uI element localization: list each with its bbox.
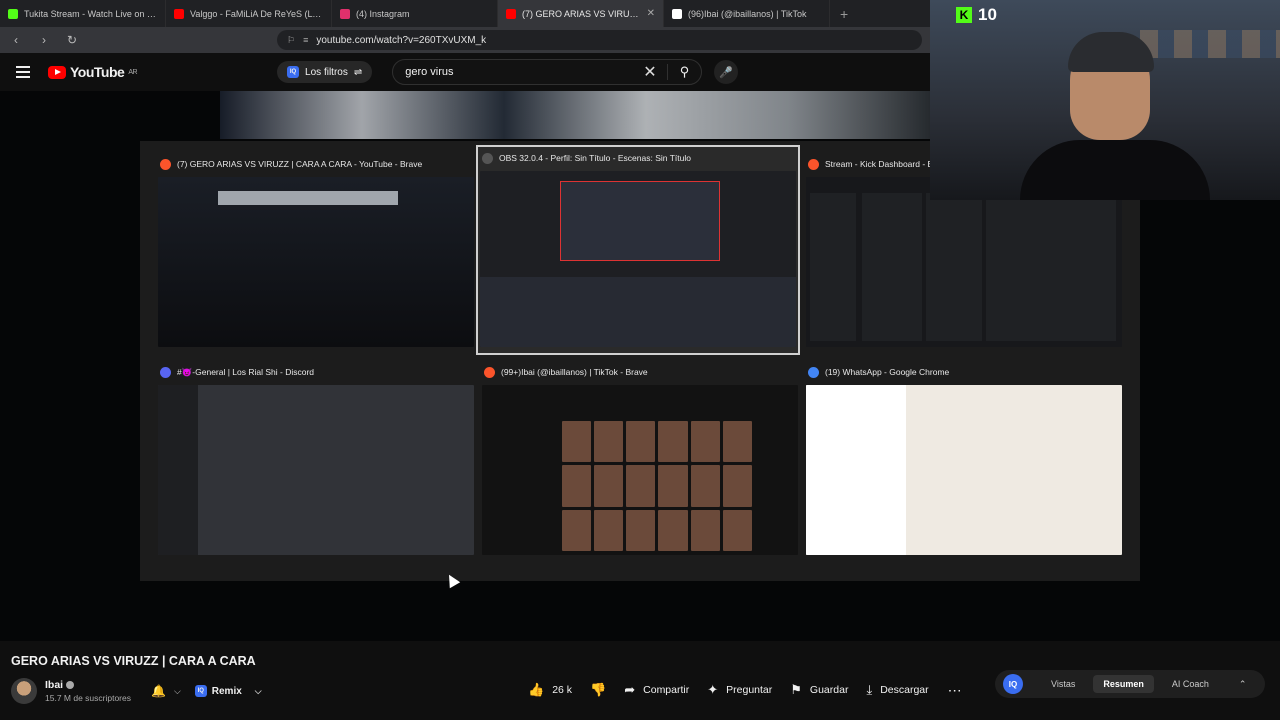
forward-icon[interactable]: › <box>36 33 52 47</box>
bookmark-icon: ⚑ <box>790 682 802 697</box>
window-switcher: (7) GERO ARIAS VS VIRUZZ | CARA A CARA -… <box>140 141 1140 581</box>
back-icon[interactable]: ‹ <box>8 33 24 47</box>
like-button[interactable]: 👍 26 k <box>528 682 572 698</box>
tab-resumen[interactable]: Resumen <box>1093 675 1154 693</box>
browser-tab[interactable]: (4) Instagram <box>332 0 498 27</box>
browser-tab[interactable]: (96)Ibai (@ibaillanos) | TikTok <box>664 0 830 27</box>
bookmark-icon[interactable]: ⚐ <box>287 35 295 46</box>
hamburger-menu-icon[interactable] <box>16 66 30 78</box>
switcher-window-whatsapp: (19) WhatsApp - Google Chrome <box>804 361 1124 561</box>
browser-tab-active[interactable]: (7) GERO ARIAS VS VIRUZZ | C✕ <box>498 0 664 27</box>
thumbs-up-icon: 👍 <box>528 682 545 697</box>
obs-thumbnail <box>480 171 796 347</box>
discord-thumbnail <box>158 385 474 555</box>
switcher-window-youtube: (7) GERO ARIAS VS VIRUZZ | CARA A CARA -… <box>156 153 476 353</box>
kick-logo-icon: K <box>956 7 972 23</box>
search-icon[interactable]: ⚲ <box>666 64 689 80</box>
chevron-down-icon[interactable]: ⌵ <box>174 686 181 697</box>
tiktok-thumbnail <box>482 385 798 555</box>
site-settings-icon[interactable]: ≡ <box>303 35 308 45</box>
switcher-window-obs: OBS 32.0.4 - Perfil: Sin Título - Escena… <box>476 145 800 355</box>
close-tab-icon[interactable]: ✕ <box>647 8 655 19</box>
video-title: GERO ARIAS VS VIRUZZ | CARA A CARA <box>11 654 256 668</box>
voice-search-icon[interactable]: 🎤 <box>714 60 739 84</box>
remix-button[interactable]: IQ Remix ⌵ <box>194 685 262 697</box>
dislike-button[interactable]: 👎 <box>590 682 606 698</box>
whatsapp-thumbnail <box>806 385 1122 555</box>
switcher-window-tiktok: (99+)Ibai (@ibaillanos) | TikTok - Brave <box>480 361 800 561</box>
search-input[interactable]: gero virus <box>405 66 643 78</box>
reload-icon[interactable]: ↻ <box>64 33 80 47</box>
bell-icon[interactable]: 🔔 <box>151 684 166 698</box>
thumbs-down-icon: 👎 <box>590 682 607 697</box>
share-button[interactable]: ➦ Compartir <box>624 682 689 698</box>
ask-button[interactable]: ✦ Preguntar <box>707 682 772 698</box>
webcam-overlay: K 10 <box>930 0 1280 200</box>
kick-favicon-icon <box>8 8 18 19</box>
search-box[interactable]: gero virus ✕ ⚲ <box>392 59 703 85</box>
video-frame-strip <box>220 91 930 139</box>
filters-button[interactable]: IQ Los filtros ⇌ <box>277 61 373 83</box>
switcher-window-discord: #😈-General | Los Rial Shi - Discord <box>156 361 476 561</box>
iq-extension-panel: IQ Vistas Resumen AI Coach ⌃ <box>995 670 1265 698</box>
more-options-icon[interactable]: ⋯ <box>947 682 963 699</box>
address-bar[interactable]: ⚐ ≡ youtube.com/watch?v=260TXvUXM_k <box>277 30 922 50</box>
youtube-logo[interactable]: YouTube AR <box>48 64 138 80</box>
discord-icon <box>160 366 171 378</box>
download-icon: ⤓ <box>866 682 873 697</box>
youtube-play-icon <box>48 65 66 79</box>
instagram-favicon-icon <box>340 8 350 19</box>
kick-thumbnail <box>806 177 1122 347</box>
youtube-thumbnail <box>158 177 474 347</box>
iq-icon: IQ <box>194 685 207 697</box>
new-tab-button[interactable]: + <box>830 6 858 22</box>
youtube-favicon-icon <box>174 8 184 19</box>
brave-icon <box>808 158 819 170</box>
screen: Tukita Stream - Watch Live on Kick Valgg… <box>0 0 1280 720</box>
channel-avatar[interactable] <box>11 678 37 704</box>
chevron-down-icon: ⌵ <box>254 685 262 696</box>
obs-icon <box>482 152 493 164</box>
browser-tab[interactable]: Valggo - FaMiLiA De ReYeS (Lyric Vi... <box>166 0 332 27</box>
browser-toolbar: ‹ › ↻ ⚐ ≡ youtube.com/watch?v=260TXvUXM_… <box>0 27 930 53</box>
url-text: youtube.com/watch?v=260TXvUXM_k <box>316 34 487 46</box>
brave-icon <box>160 158 171 170</box>
sliders-icon: ⇌ <box>353 66 363 78</box>
kick-viewer-count: K 10 <box>956 5 997 25</box>
save-button[interactable]: ⚑ Guardar <box>790 682 848 698</box>
tab-vistas[interactable]: Vistas <box>1051 679 1075 689</box>
tab-ai-coach[interactable]: AI Coach <box>1172 679 1209 689</box>
chrome-icon <box>808 366 819 378</box>
brave-icon <box>484 366 495 378</box>
tiktok-favicon-icon <box>672 8 682 19</box>
browser-tab[interactable]: Tukita Stream - Watch Live on Kick <box>0 0 166 27</box>
subscriber-count: 15.7 M de suscriptores <box>45 693 131 703</box>
download-button[interactable]: ⤓ Descargar <box>866 682 928 698</box>
action-bar: 👍 26 k 👎 ➦ Compartir ✦ Preguntar ⚑ Guardar ⤓… <box>528 677 963 703</box>
sparkle-icon: ✦ <box>707 682 719 697</box>
iq-logo-icon[interactable]: IQ <box>1003 674 1023 694</box>
iq-icon: IQ <box>287 66 300 78</box>
youtube-favicon-icon <box>506 8 516 19</box>
video-info: GERO ARIAS VS VIRUZZ | CARA A CARA Ibai … <box>0 641 1280 720</box>
youtube-header: YouTube AR IQ Los filtros ⇌ gero virus ✕… <box>0 53 930 91</box>
chevron-up-icon[interactable]: ⌃ <box>1239 679 1247 690</box>
verified-icon <box>66 681 75 689</box>
clear-search-icon[interactable]: ✕ <box>643 62 656 82</box>
share-icon: ➦ <box>624 682 636 697</box>
channel-row: Ibai 15.7 M de suscriptores 🔔 ⌵ IQ Remix… <box>11 676 262 706</box>
channel-name[interactable]: Ibai <box>45 679 63 691</box>
browser-tab-strip: Tukita Stream - Watch Live on Kick Valgg… <box>0 0 930 27</box>
